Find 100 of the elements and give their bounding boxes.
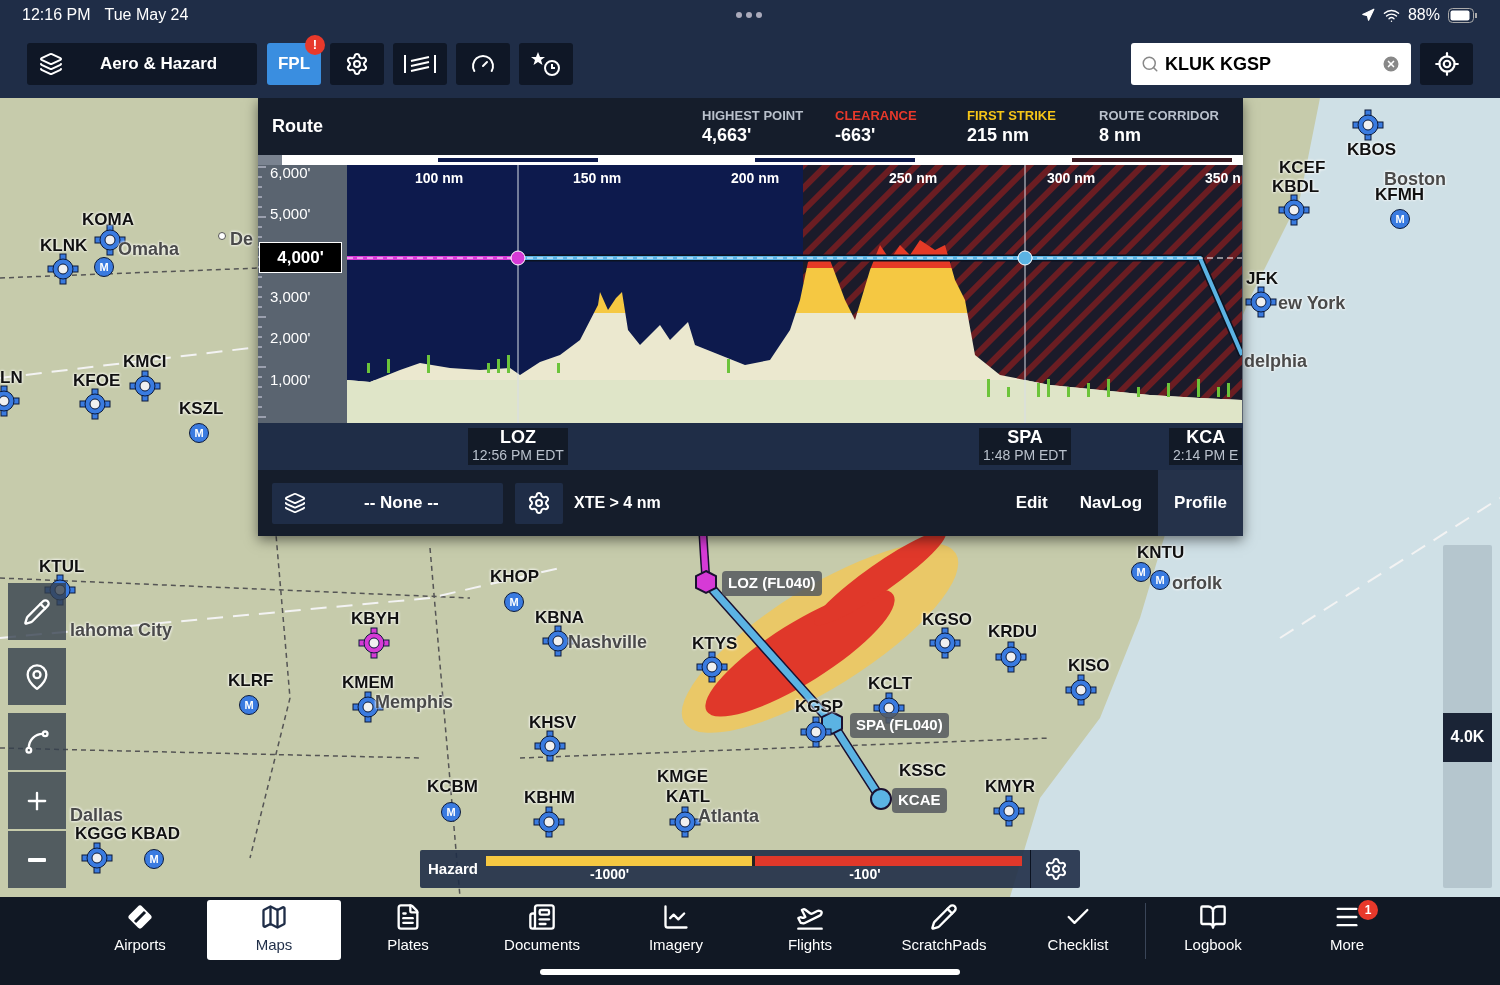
panel-tab[interactable]: NavLog	[1063, 470, 1159, 536]
airport-icon[interactable]	[696, 651, 728, 683]
panel-tab[interactable]: Profile	[1158, 470, 1243, 536]
map-layers-button[interactable]: Aero & Hazard	[27, 43, 257, 85]
airport-icon[interactable]	[1245, 286, 1277, 318]
search-bar[interactable]: KLUK KGSP	[1131, 43, 1411, 85]
layers-icon	[39, 52, 63, 76]
distance-tick-label: 350 n	[1205, 169, 1241, 188]
airport-icon[interactable]	[929, 627, 961, 659]
airport-icon[interactable]	[995, 641, 1027, 673]
destination-marker-icon[interactable]	[870, 788, 892, 810]
stat-label: ROUTE CORRIDOR	[1099, 108, 1219, 124]
tab-bar-item[interactable]: Documents	[475, 900, 609, 960]
tab-bar-item[interactable]: Airports	[73, 900, 207, 960]
airport-marker[interactable]: M	[189, 423, 209, 443]
city-label: orfolk	[1172, 572, 1222, 595]
airport-icon[interactable]	[1352, 109, 1384, 141]
airport-marker[interactable]: M	[1131, 562, 1151, 582]
tab-bar-item[interactable]: Maps	[207, 900, 341, 960]
airport-label: KCLT	[868, 673, 913, 695]
airport-icon[interactable]	[129, 370, 161, 402]
panel-tab[interactable]: Edit	[999, 470, 1064, 536]
waypoint-label[interactable]: SPA (FL040)	[850, 713, 949, 738]
waypoint-card[interactable]: LOZ 12:56 PM EDT	[468, 428, 568, 465]
city-label: lahoma City	[70, 619, 173, 642]
tab-bar-item[interactable]: Flights	[743, 900, 877, 960]
airport-label: KOMA	[82, 209, 134, 231]
tab-bar-item[interactable]: Logbook	[1146, 900, 1280, 960]
airport-marker[interactable]: M	[504, 592, 524, 612]
zoom-in-button[interactable]	[8, 772, 66, 829]
route-button[interactable]	[8, 713, 66, 770]
airport-label: KFOE	[73, 370, 121, 392]
waypoint-name: SPA	[1007, 428, 1043, 447]
tab-bar-item[interactable]: Plates	[341, 900, 475, 960]
airport-label: KSSC	[899, 760, 947, 782]
airport-label: KLRF	[228, 670, 274, 692]
tab-bar-item[interactable]: Checklist	[1011, 900, 1145, 960]
distance-tick-label: 200 nm	[731, 169, 780, 188]
altitude-slider-thumb[interactable]: 4.0K	[1443, 712, 1492, 762]
waypoint-label[interactable]: LOZ (FL040)	[722, 571, 822, 596]
airport-marker[interactable]: M	[144, 849, 164, 869]
draw-button[interactable]	[8, 583, 66, 640]
waypoint-marker-icon[interactable]	[695, 569, 717, 595]
waypoint-time: 2:14 PM E	[1173, 447, 1239, 463]
waypoint-card[interactable]: SPA 1:48 PM EDT	[979, 428, 1072, 465]
altitude-marker[interactable]: 4,000'	[259, 242, 342, 273]
settings-icon	[527, 491, 551, 515]
city-label: Omaha	[118, 238, 180, 261]
airport-label: KCEF	[1279, 157, 1326, 179]
distance-tick-label: 300 nm	[1047, 169, 1096, 188]
airport-label: KMEM	[342, 672, 394, 694]
airport-label: KHSV	[529, 712, 577, 734]
legend-tick: -100'	[849, 866, 881, 882]
airport-icon[interactable]	[47, 253, 79, 285]
waypoint-label[interactable]: KCAE	[892, 788, 947, 813]
layer-select-button[interactable]: -- None --	[272, 482, 503, 524]
airport-label: KLNK	[40, 235, 88, 257]
locate-button[interactable]	[1420, 43, 1473, 85]
stat-label: HIGHEST POINT	[702, 108, 804, 124]
distance-tick-label: 250 nm	[889, 169, 938, 188]
airport-icon[interactable]	[534, 730, 566, 762]
airport-label: JFK	[1246, 268, 1279, 290]
tab-bar-item[interactable]: Imagery	[609, 900, 743, 960]
airport-icon[interactable]	[1065, 674, 1097, 706]
airport-icon[interactable]	[533, 806, 565, 838]
clear-icon[interactable]	[1381, 54, 1401, 74]
airport-marker[interactable]: M	[239, 695, 259, 715]
layers-icon	[284, 492, 306, 514]
airport-icon[interactable]	[800, 716, 832, 748]
airport-icon[interactable]	[358, 627, 390, 659]
settings-icon	[1043, 857, 1068, 881]
airport-icon[interactable]	[993, 795, 1025, 827]
airport-label: KHOP	[490, 566, 540, 588]
waypoint-marker-icon	[510, 250, 526, 266]
search-field[interactable]: KLUK KGSP	[1165, 50, 1375, 78]
airport-label: KBAD	[131, 823, 181, 845]
zoom-out-button[interactable]	[8, 831, 66, 888]
tab-bar-item[interactable]: More 1	[1280, 900, 1414, 960]
airport-icon[interactable]	[81, 842, 113, 874]
airport-label: KBDL	[1272, 176, 1320, 198]
airport-marker[interactable]: M	[94, 257, 114, 277]
pin-button[interactable]	[8, 648, 66, 705]
airport-marker[interactable]: M	[441, 802, 461, 822]
airport-label: KSZL	[179, 398, 224, 420]
tab-bar-item[interactable]: ScratchPads	[877, 900, 1011, 960]
gauge-button[interactable]	[456, 43, 510, 85]
alert-badge: !	[305, 35, 325, 55]
stat-value: 4,663'	[702, 124, 753, 146]
xte-label: XTE > 4 nm	[574, 493, 661, 513]
settings-button[interactable]	[515, 482, 563, 524]
favorites-recent-button[interactable]	[519, 43, 573, 85]
waypoint-card[interactable]: KCA 2:14 PM E	[1169, 428, 1243, 465]
profile-view-button[interactable]	[393, 43, 447, 85]
settings-button[interactable]	[330, 43, 384, 85]
altitude-slider-track[interactable]: 4.0K	[1443, 545, 1492, 888]
airport-label: KNTU	[1137, 542, 1185, 564]
location-arrow-icon	[1360, 8, 1375, 22]
airport-icon[interactable]	[1278, 194, 1310, 226]
status-date: Tue May 24	[104, 5, 189, 25]
airport-icon[interactable]	[79, 388, 111, 420]
